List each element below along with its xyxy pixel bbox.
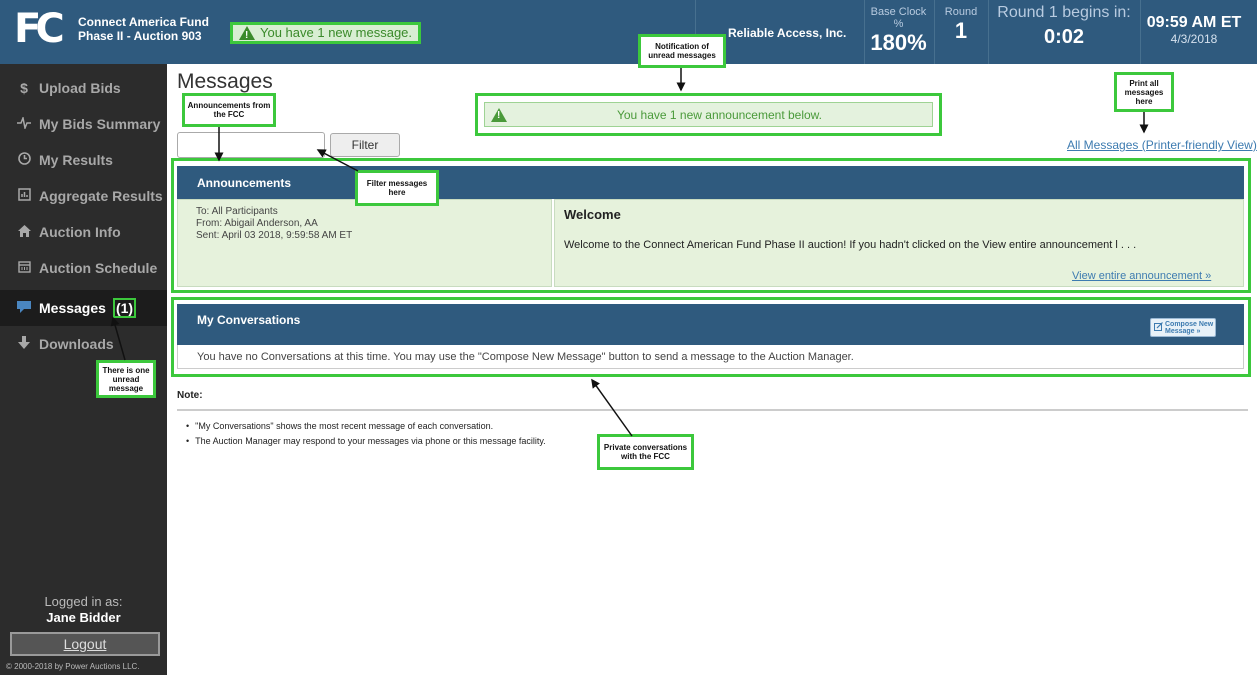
sidebar-item-auction-info[interactable]: Auction Info xyxy=(0,214,167,250)
announcement-subject: Welcome xyxy=(564,207,621,222)
note-list: "My Conversations" shows the most recent… xyxy=(186,419,546,449)
base-clock-value: 180% xyxy=(870,30,927,55)
announcement-alert-text: You have 1 new announcement below. xyxy=(616,107,823,122)
current-time: 09:59 AM ET 4/3/2018 xyxy=(1144,14,1244,46)
sidebar-item-label: Messages xyxy=(39,300,106,316)
message-icon xyxy=(16,300,32,316)
sidebar-item-downloads[interactable]: Downloads xyxy=(0,326,167,362)
base-clock: Base Clock % 180% xyxy=(866,6,931,56)
app-title: Connect America Fund Phase II - Auction … xyxy=(78,15,209,43)
sidebar-item-my-bids-summary[interactable]: My Bids Summary xyxy=(0,106,167,142)
sidebar-item-auction-schedule[interactable]: Auction Schedule xyxy=(0,250,167,286)
conversations-empty-text: You have no Conversations at this time. … xyxy=(177,345,1244,369)
announcements-header: Announcements xyxy=(177,166,1244,199)
divider xyxy=(934,0,935,64)
unread-count-badge: (1) xyxy=(112,298,137,318)
compose-button-label: Compose New Message » xyxy=(1165,320,1214,335)
logout-button[interactable]: Logout xyxy=(10,632,160,656)
sidebar-item-upload-bids[interactable]: $ Upload Bids xyxy=(0,70,167,106)
sidebar-item-my-results[interactable]: My Results xyxy=(0,142,167,178)
round-label: Round xyxy=(944,6,978,18)
logged-in-label: Logged in as: xyxy=(44,594,123,609)
divider xyxy=(988,0,989,64)
logged-in-info: Logged in as: Jane Bidder xyxy=(0,594,167,625)
chart-icon xyxy=(16,188,32,204)
divider xyxy=(864,0,865,64)
callout-unread-notification: Notification of unread messages xyxy=(638,34,726,68)
app-title-line2: Phase II - Auction 903 xyxy=(78,29,202,43)
new-message-alert-text: You have 1 new message. xyxy=(260,25,413,40)
note-item: "My Conversations" shows the most recent… xyxy=(186,419,546,434)
sidebar-item-label: My Bids Summary xyxy=(39,116,161,132)
filter-input[interactable] xyxy=(177,132,325,158)
announcement-to: To: All Participants xyxy=(196,206,278,217)
announcement-alert: You have 1 new announcement below. xyxy=(484,102,933,127)
sidebar-item-label: My Results xyxy=(39,152,113,168)
callout-filter-messages: Filter messages here xyxy=(355,170,439,206)
sidebar-item-messages[interactable]: Messages (1) xyxy=(0,290,167,326)
countdown-label: Round 1 begins in: xyxy=(997,4,1131,21)
user-name: Jane Bidder xyxy=(46,610,121,625)
countdown-value: 0:02 xyxy=(1043,26,1085,48)
view-entire-announcement-link[interactable]: View entire announcement » xyxy=(1072,270,1211,282)
pulse-icon xyxy=(16,115,32,132)
round-value: 1 xyxy=(954,18,968,43)
callout-print-all: Print all messages here xyxy=(1114,72,1174,112)
printer-friendly-link[interactable]: All Messages (Printer-friendly View) xyxy=(1067,138,1257,152)
filter-button[interactable]: Filter xyxy=(330,133,400,157)
divider xyxy=(1140,0,1141,64)
announcement-meta[interactable]: To: All Participants From: Abigail Ander… xyxy=(177,199,552,287)
sidebar-item-label: Auction Info xyxy=(39,224,121,240)
sidebar-item-aggregate-results[interactable]: Aggregate Results xyxy=(0,178,167,214)
conversations-header: My Conversations xyxy=(177,304,1244,345)
company-name: Reliable Access, Inc. xyxy=(728,26,847,40)
note-item: The Auction Manager may respond to your … xyxy=(186,434,546,449)
sidebar-item-label: Upload Bids xyxy=(39,80,121,96)
fcc-logo: FC xyxy=(14,6,68,54)
announcement-sent: Sent: April 03 2018, 9:59:58 AM ET xyxy=(196,230,353,241)
announcement-from: From: Abigail Anderson, AA xyxy=(196,218,318,229)
announcement-alert-highlight: You have 1 new announcement below. xyxy=(475,93,942,136)
date-value: 4/3/2018 xyxy=(1170,32,1218,46)
compose-new-message-button[interactable]: Compose New Message » xyxy=(1150,318,1216,337)
round-indicator: Round 1 xyxy=(936,6,986,44)
clock-icon xyxy=(16,152,32,168)
warning-icon xyxy=(491,107,507,122)
callout-announcements-from-fcc: Announcements from the FCC xyxy=(182,93,276,127)
time-value: 09:59 AM ET xyxy=(1146,14,1242,31)
callout-one-unread: There is one unread message xyxy=(96,360,156,398)
conversations-title: My Conversations xyxy=(197,313,301,327)
callout-private-conversations: Private conversations with the FCC xyxy=(597,434,694,470)
copyright: © 2000-2018 by Power Auctions LLC. xyxy=(6,662,140,671)
announcements-title: Announcements xyxy=(197,176,292,190)
app-title-line1: Connect America Fund xyxy=(78,15,209,29)
download-icon xyxy=(16,336,32,352)
sidebar-item-label: Downloads xyxy=(39,336,114,352)
announcement-content: Welcome Welcome to the Connect American … xyxy=(554,199,1244,287)
warning-icon xyxy=(239,26,255,44)
announcement-body: Welcome to the Connect American Fund Pha… xyxy=(564,239,1137,251)
calendar-icon xyxy=(16,260,32,276)
new-message-alert[interactable]: You have 1 new message. xyxy=(230,22,422,44)
round-countdown: Round 1 begins in: 0:02 xyxy=(990,4,1138,50)
sidebar-item-label: Aggregate Results xyxy=(39,188,163,204)
fcc-logo-text: FC xyxy=(14,6,65,52)
note-title: Note: xyxy=(177,390,203,401)
note-divider xyxy=(177,409,1248,411)
base-clock-label: Base Clock % xyxy=(870,6,927,30)
sidebar-item-label: Auction Schedule xyxy=(39,260,158,276)
edit-icon xyxy=(1154,322,1163,333)
page-title: Messages xyxy=(177,70,273,93)
home-icon xyxy=(16,224,32,240)
dollar-icon: $ xyxy=(20,80,28,96)
top-bar: FC Connect America Fund Phase II - Aucti… xyxy=(0,0,1257,64)
